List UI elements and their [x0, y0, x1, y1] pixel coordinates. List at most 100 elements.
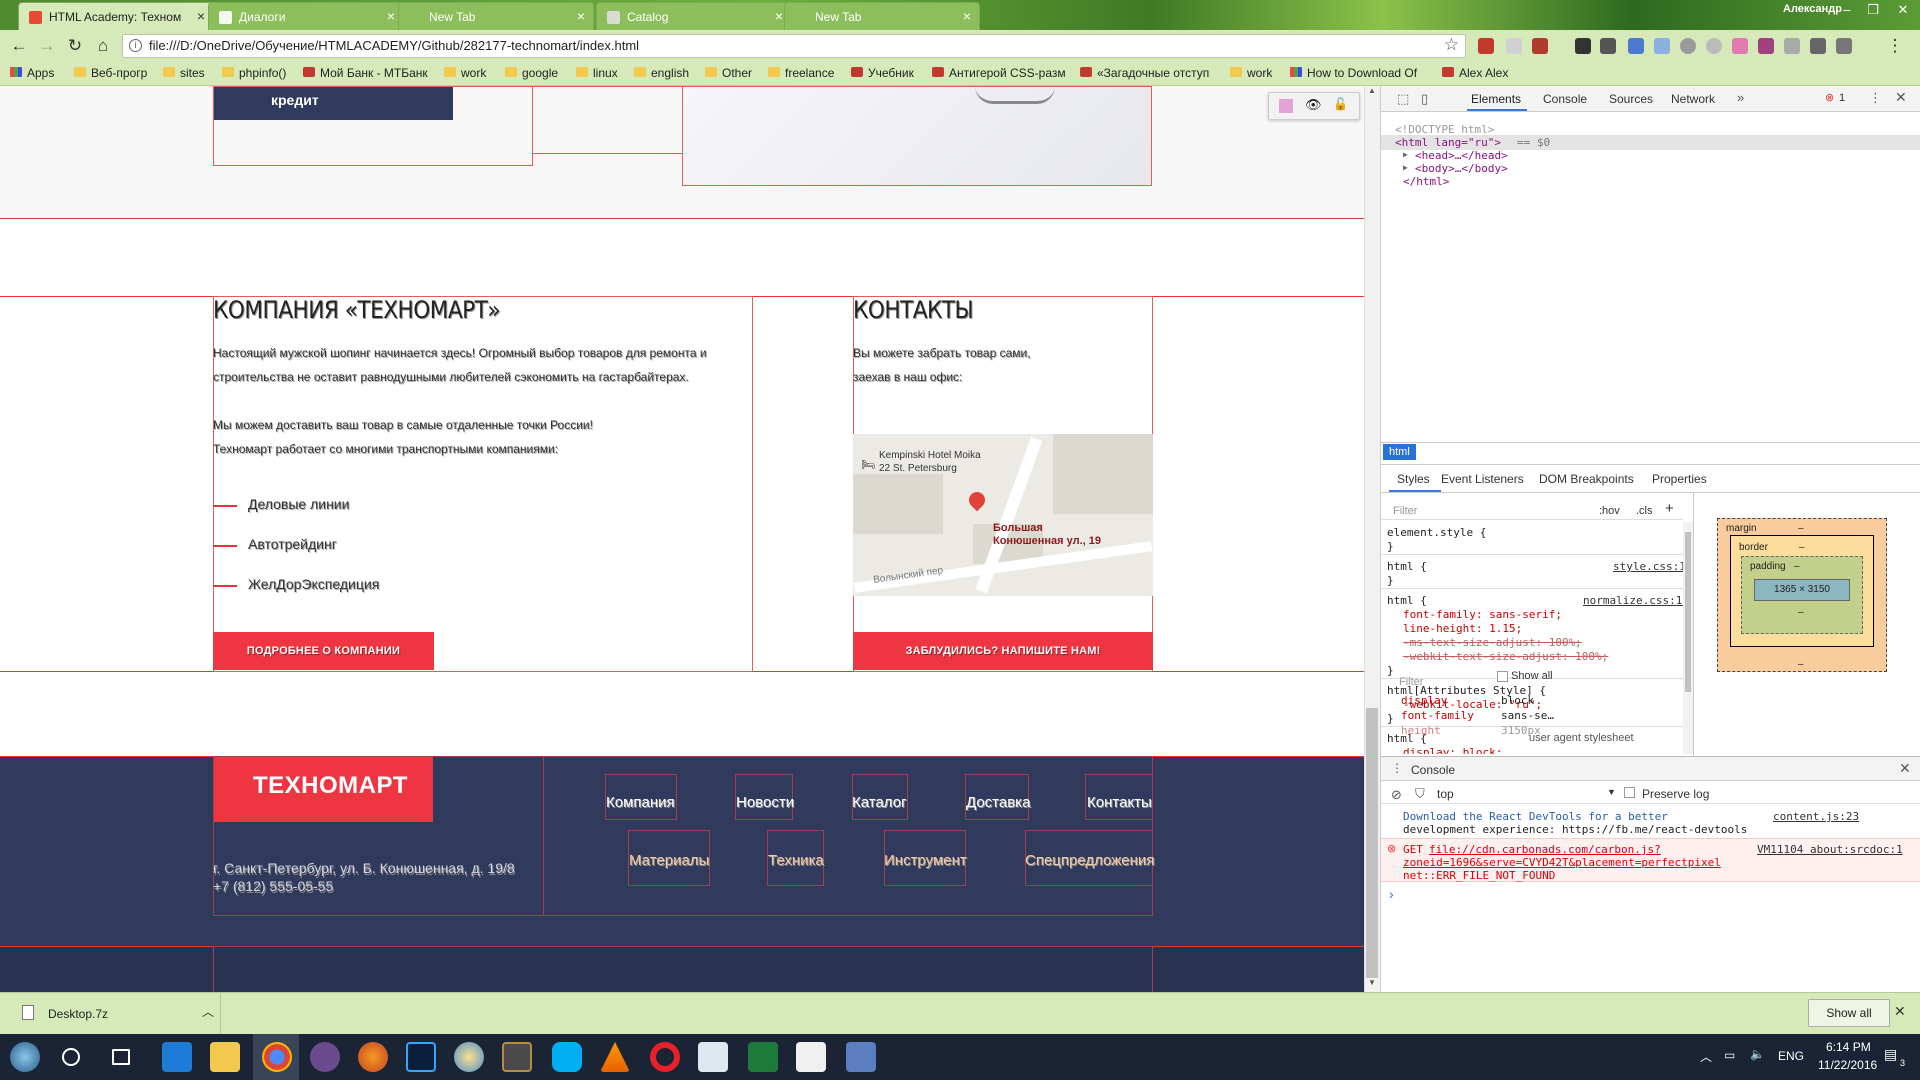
clock-date[interactable]: 11/22/2016 — [1818, 1058, 1877, 1072]
clear-console-icon[interactable]: ⊘ — [1391, 787, 1402, 803]
expand-arrow-icon[interactable]: ▶ — [1403, 150, 1408, 159]
bookmark-link[interactable]: Alex Alex — [1442, 66, 1508, 80]
add-rule-icon[interactable]: + — [1665, 500, 1674, 517]
footer-nav-materials[interactable]: Материалы — [629, 852, 709, 869]
dom-html-node[interactable]: <html lang="ru"> — [1395, 136, 1501, 149]
eyedropper-extension-icon[interactable] — [1600, 38, 1616, 54]
bookmark-link[interactable]: How to Download Of — [1290, 66, 1417, 80]
extension-icon[interactable] — [1784, 38, 1800, 54]
scrollbar-thumb[interactable] — [1366, 708, 1378, 978]
excel-icon[interactable] — [748, 1042, 778, 1072]
footer-nav-catalog[interactable]: Каталог — [852, 794, 907, 811]
tray-expand-icon[interactable]: ︿ — [1700, 1048, 1712, 1065]
tab-event-listeners[interactable]: Event Listeners — [1441, 472, 1524, 486]
console-error-source-link[interactable]: VM11104 about:srcdoc:1 — [1757, 843, 1903, 856]
css-declaration-overridden[interactable]: -ms-text-size-adjust: 100%; — [1403, 636, 1582, 649]
tab-new-tab-2[interactable]: New Tab × — [784, 2, 980, 30]
contacts-write-button[interactable]: ЗАБЛУДИЛИСЬ? НАПИШИТЕ НАМ! — [853, 632, 1153, 670]
more-tabs-icon[interactable]: » — [1737, 90, 1744, 105]
bookmark-folder[interactable]: Other — [705, 66, 752, 80]
edge-icon[interactable] — [162, 1042, 192, 1072]
volume-icon[interactable]: 🔈 — [1750, 1047, 1765, 1061]
close-devtools-icon[interactable]: ✕ — [1895, 89, 1907, 106]
tab-dialogs[interactable]: Диалоги × — [208, 2, 404, 30]
sublime-icon[interactable] — [502, 1042, 532, 1072]
close-icon[interactable]: × — [775, 8, 783, 24]
bookmark-link[interactable]: Мой Банк - МТБанк — [303, 66, 428, 80]
hov-toggle[interactable]: :hov — [1599, 505, 1620, 517]
rule-selector[interactable]: html { — [1387, 560, 1427, 573]
footer-nav-news[interactable]: Новости — [736, 794, 794, 811]
chrome-menu-icon[interactable]: ⋮ — [1884, 36, 1906, 56]
css-declaration[interactable]: display: block; — [1403, 746, 1502, 754]
tab-sources[interactable]: Sources — [1609, 92, 1653, 106]
info-icon[interactable]: i — [129, 39, 142, 52]
console-error-url[interactable]: zoneid=1696&serve=CVYD42T&placement=perf… — [1403, 856, 1721, 869]
styles-scrollbar-thumb[interactable] — [1685, 532, 1691, 692]
chevron-up-icon[interactable]: ︿ — [202, 1003, 214, 1020]
document-icon[interactable] — [796, 1042, 826, 1072]
tab-properties[interactable]: Properties — [1652, 472, 1707, 486]
opera-icon[interactable] — [650, 1042, 680, 1072]
console-context-select[interactable]: top — [1437, 787, 1454, 801]
gmail-extension-icon[interactable] — [1478, 38, 1494, 54]
tab-new-tab[interactable]: New Tab × — [398, 2, 594, 30]
footer-nav-tech[interactable]: Техника — [768, 852, 824, 869]
tab-catalog[interactable]: Catalog × — [596, 2, 792, 30]
bookmark-folder[interactable]: linux — [576, 66, 618, 80]
cls-toggle[interactable]: .cls — [1636, 505, 1653, 517]
bookmark-star-icon[interactable]: ☆ — [1444, 35, 1459, 55]
company-more-button[interactable]: ПОДРОБНЕЕ О КОМПАНИИ — [213, 632, 434, 670]
bookmark-link[interactable]: «Загадочные отступ — [1080, 66, 1209, 80]
close-icon[interactable]: × — [387, 8, 395, 24]
computed-prop-name[interactable]: font-family — [1401, 709, 1474, 722]
tab-styles[interactable]: Styles — [1397, 472, 1430, 486]
close-icon[interactable]: × — [577, 8, 585, 24]
translate-extension-icon[interactable] — [1628, 38, 1644, 54]
bookmark-folder[interactable]: sites — [163, 66, 205, 80]
element-style-rule[interactable]: element.style { — [1387, 526, 1486, 539]
console-prompt[interactable]: › — [1389, 886, 1394, 902]
expand-arrow-icon[interactable]: ▶ — [1403, 163, 1408, 172]
footer-nav-offers[interactable]: Спецпредложения — [1025, 852, 1154, 869]
tab-dom-breakpoints[interactable]: DOM Breakpoints — [1539, 472, 1634, 486]
extension-icon[interactable] — [1680, 38, 1696, 54]
breadcrumb-html[interactable]: html — [1383, 444, 1416, 460]
css-declaration-overridden[interactable]: -webkit-text-size-adjust: 100%; — [1403, 650, 1608, 663]
bookmark-folder[interactable]: Веб-прогр — [74, 66, 147, 80]
back-icon[interactable]: ← — [8, 36, 30, 56]
skype-icon[interactable] — [552, 1042, 582, 1072]
dom-head-node[interactable]: <head>…</head> — [1415, 149, 1508, 162]
footer-nav-contacts[interactable]: Контакты — [1087, 794, 1152, 811]
cortana-icon[interactable] — [62, 1048, 80, 1066]
eye-icon[interactable]: 👁 — [1305, 97, 1322, 113]
app-icon[interactable] — [310, 1042, 340, 1072]
drawer-menu-icon[interactable]: ⋮ — [1391, 761, 1403, 775]
notepad-icon[interactable] — [698, 1042, 728, 1072]
show-all-downloads-button[interactable]: Show all — [1808, 999, 1890, 1027]
footer-nav-delivery[interactable]: Доставка — [966, 794, 1030, 811]
show-all-checkbox[interactable] — [1497, 671, 1508, 682]
language-indicator[interactable]: ENG — [1778, 1049, 1804, 1063]
computed-filter-input[interactable]: Filter — [1399, 676, 1423, 688]
extension-icon[interactable] — [1836, 38, 1852, 54]
extension-icon[interactable] — [1706, 38, 1722, 54]
rule-source-link[interactable]: normalize.css:13 — [1583, 594, 1689, 607]
firefox-icon[interactable] — [358, 1042, 388, 1072]
bookmark-folder[interactable]: freelance — [768, 66, 834, 80]
computed-prop-name[interactable]: height — [1401, 724, 1441, 737]
css-declaration[interactable]: line-height: 1.15; — [1403, 622, 1522, 635]
close-icon[interactable]: × — [197, 8, 205, 24]
close-icon[interactable]: × — [963, 8, 971, 24]
download-filename[interactable]: Desktop.7z — [48, 1007, 108, 1021]
action-center-icon[interactable]: ▤ — [1884, 1046, 1897, 1063]
app-icon[interactable] — [454, 1042, 484, 1072]
home-icon[interactable]: ⌂ — [92, 36, 114, 56]
extension-icon[interactable] — [1532, 38, 1548, 54]
bookmark-link[interactable]: Антигерой CSS-разм — [932, 66, 1066, 80]
gear-extension-icon[interactable] — [1575, 38, 1591, 54]
close-drawer-icon[interactable]: ✕ — [1899, 760, 1911, 777]
console-source-link[interactable]: content.js:23 — [1773, 810, 1859, 823]
clock-time[interactable]: 6:14 PM — [1826, 1040, 1871, 1054]
filter-icon[interactable]: ⛉ — [1415, 786, 1425, 802]
